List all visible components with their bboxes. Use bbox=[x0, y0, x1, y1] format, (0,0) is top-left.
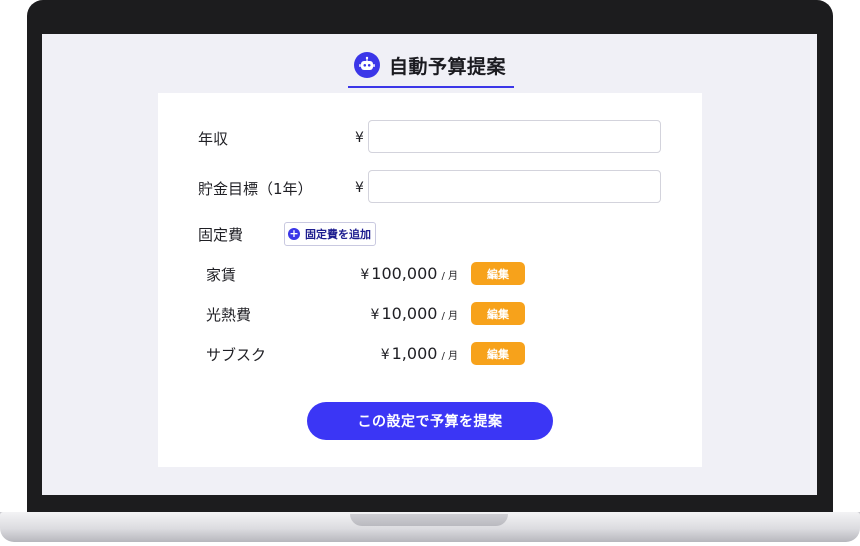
fixed-cost-value: 10,000 bbox=[381, 304, 438, 323]
laptop-screen: 自動予算提案 年収 ¥ 貯金目標（1年） ¥ 固定費 + 固定費を追加 家賃 ¥… bbox=[42, 34, 817, 495]
income-input[interactable] bbox=[368, 120, 661, 153]
edit-rent-button[interactable]: 編集 bbox=[471, 262, 525, 285]
fixed-cost-name: 家賃 bbox=[206, 266, 237, 284]
fixed-cost-name: 光熱費 bbox=[206, 306, 252, 324]
robot-icon bbox=[354, 52, 380, 78]
fixed-cost-currency: ¥ bbox=[380, 347, 390, 363]
fixed-cost-unit: / 月 bbox=[441, 351, 458, 362]
fixed-cost-value: 1,000 bbox=[391, 344, 438, 363]
fixed-cost-amount: ¥10,000/ 月 bbox=[371, 304, 458, 323]
fixed-cost-name: サブスク bbox=[206, 346, 267, 364]
fixed-cost-amount: ¥1,000/ 月 bbox=[381, 344, 458, 363]
fixed-cost-unit: / 月 bbox=[441, 271, 458, 282]
add-fixed-cost-label: 固定費を追加 bbox=[305, 228, 371, 241]
fixed-cost-currency: ¥ bbox=[370, 307, 380, 323]
edit-utilities-button[interactable]: 編集 bbox=[471, 302, 525, 325]
savings-goal-input[interactable] bbox=[368, 170, 661, 203]
laptop-notch bbox=[350, 514, 508, 526]
fixed-cost-currency: ¥ bbox=[360, 267, 370, 283]
edit-subscription-button[interactable]: 編集 bbox=[471, 342, 525, 365]
page-title: 自動予算提案 bbox=[389, 55, 507, 78]
propose-budget-button[interactable]: この設定で予算を提案 bbox=[307, 402, 553, 440]
fixed-cost-amount: ¥100,000/ 月 bbox=[360, 264, 458, 283]
income-currency: ¥ bbox=[355, 130, 364, 146]
savings-goal-label: 貯金目標（1年） bbox=[198, 180, 313, 198]
income-label: 年収 bbox=[198, 130, 229, 148]
plus-circle-icon: + bbox=[288, 227, 300, 240]
budget-form-card: 年収 ¥ 貯金目標（1年） ¥ 固定費 + 固定費を追加 家賃 ¥100,000… bbox=[158, 93, 702, 467]
fixed-costs-label: 固定費 bbox=[198, 226, 244, 244]
fixed-cost-value: 100,000 bbox=[371, 264, 438, 283]
page-header: 自動予算提案 bbox=[348, 50, 515, 88]
fixed-cost-unit: / 月 bbox=[441, 311, 458, 322]
savings-goal-currency: ¥ bbox=[355, 180, 364, 196]
add-fixed-cost-button[interactable]: + 固定費を追加 bbox=[284, 222, 376, 246]
